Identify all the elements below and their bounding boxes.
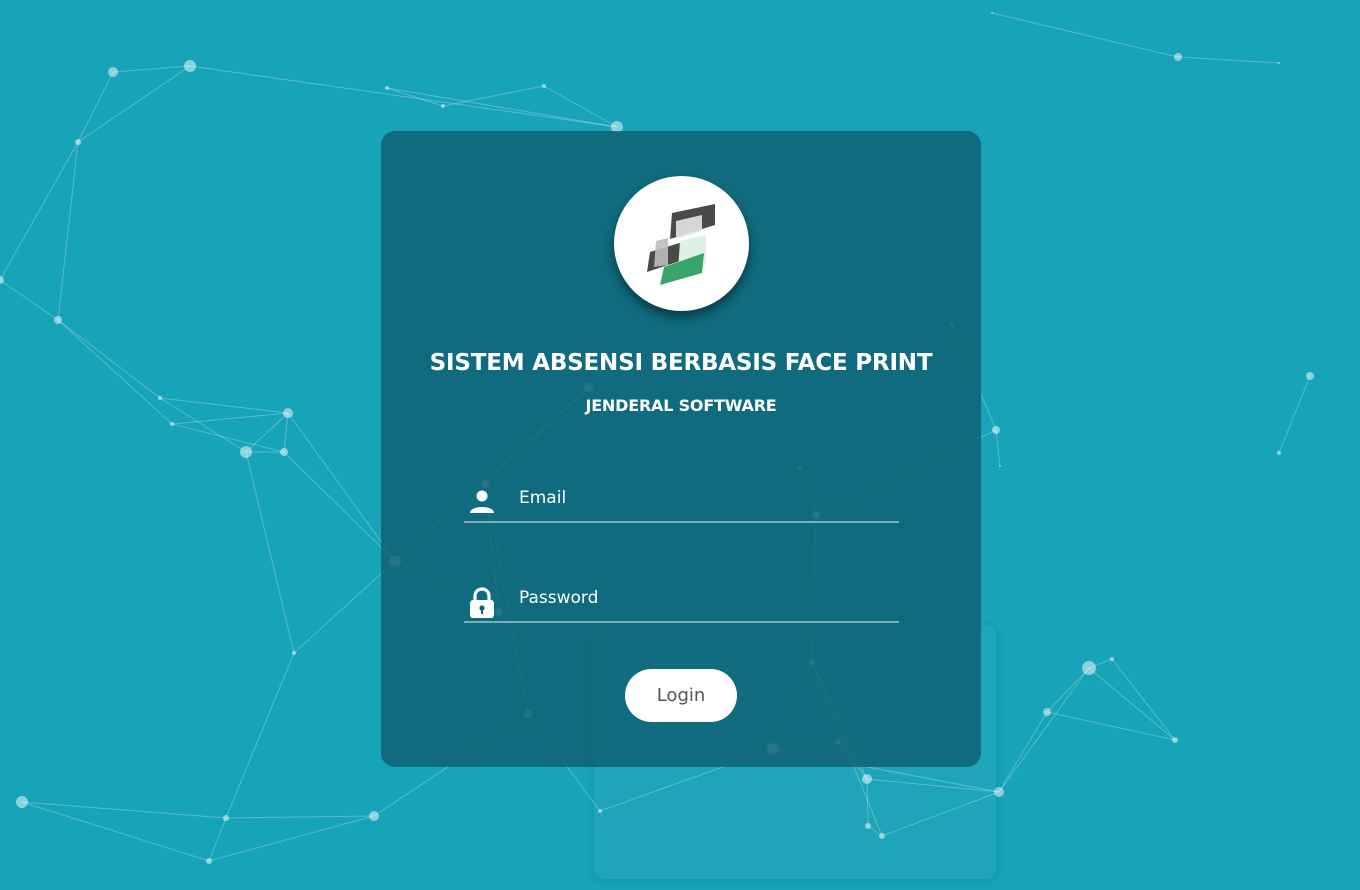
email-input[interactable]	[519, 483, 889, 513]
lock-icon	[468, 587, 496, 623]
page-subtitle: JENDERAL SOFTWARE	[585, 396, 777, 415]
page-title: SISTEM ABSENSI BERBASIS FACE PRINT	[429, 350, 933, 376]
login-card: SISTEM ABSENSI BERBASIS FACE PRINT JENDE…	[381, 131, 981, 767]
app-logo	[614, 176, 749, 311]
password-field	[464, 581, 899, 623]
user-icon	[468, 487, 496, 519]
password-input[interactable]	[519, 583, 889, 613]
login-button[interactable]: Login	[625, 669, 737, 722]
email-field	[464, 481, 899, 523]
logo-mark	[647, 204, 715, 285]
